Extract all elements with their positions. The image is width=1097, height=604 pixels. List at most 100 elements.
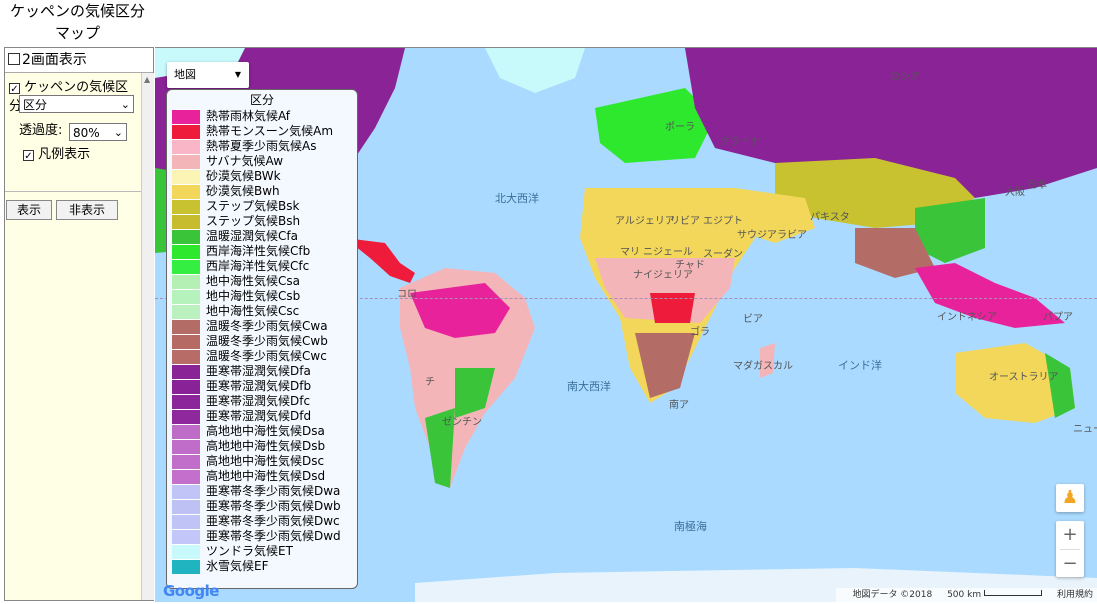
legend-swatch [172,244,200,259]
zoom-out-button[interactable]: − [1056,550,1084,578]
legend-swatch [172,484,200,499]
legend-item: 亜寒帯冬季少雨気候Dwa [167,484,357,499]
opacity-label: 透過度: [19,123,63,138]
legend-label: 熱帯夏季少雨気候As [206,139,317,153]
dual-screen-label: 2画面表示 [22,52,87,68]
legend-swatch [172,439,200,454]
legend-item: 地中海性気候Csc [167,304,357,319]
legend-swatch [172,274,200,289]
legend-item: 温暖冬季少雨気候Cwc [167,349,357,364]
legend-label: ツンドラ気候ET [206,544,293,558]
map-type-value: 地図 [174,68,196,81]
legend-label: 地中海性気候Csa [206,274,300,288]
label-libya: リビア [670,216,700,227]
map-type-select[interactable]: 地図 ▼ [167,62,249,88]
label-chile: チ [425,377,435,388]
legend-item: 熱帯モンスーン気候Am [167,124,357,139]
label-colombia: コロ [397,289,417,300]
label-north-atlantic: 北大西洋 [495,192,539,205]
legend-swatch [172,469,200,484]
legend-label: 高地地中海性気候Dsb [206,439,326,453]
dual-screen-checkbox[interactable] [8,53,20,65]
legend-toggle-label: 凡例表示 [38,147,91,162]
legend-item: 砂漠気候BWk [167,169,357,184]
legend-item: 高地地中海性気候Dsa [167,424,357,439]
layer-checkbox[interactable]: ✓ [9,83,20,95]
legend-label: ステップ気候Bsk [206,199,300,213]
label-nz: ニュー [1073,424,1097,435]
scale-label: 500 km [947,590,1043,600]
legend-item: 高地地中海性気候Dsc [167,454,357,469]
legend-label: 亜寒帯冬季少雨気候Dwd [206,529,341,543]
scale-text: 500 km [947,590,982,600]
app-title: ケッペンの気候区分 マップ [0,0,155,44]
label-australia: オーストラリア [989,372,1059,383]
legend-label: 西岸海洋性気候Cfc [206,259,310,273]
opacity-select[interactable]: 80% ⌄ [69,123,127,141]
legend-label: 高地地中海性気候Dsa [206,424,325,438]
app-title-line1: ケッペンの気候区分 [9,2,145,20]
label-russia: ロシア [890,72,920,83]
hide-button[interactable]: 非表示 [56,200,118,220]
legend-label: 亜寒帯冬季少雨気候Dwc [206,514,340,528]
scale-bar [984,590,1043,596]
legend-label: サバナ気候Aw [206,154,284,168]
legend-label: 亜寒帯冬季少雨気候Dwb [206,499,341,513]
legend-item: 亜寒帯湿潤気候Dfa [167,364,357,379]
legend-item: 氷雪気候EF [167,559,357,574]
control-panel: 2画面表示 ✓ ケッペンの気候区分 区分 ⌄ 透過度: 80% ⌄ ✓ 凡例表示… [4,47,154,601]
panel-scrollbar[interactable]: ▲ [141,73,154,600]
label-japan: 日本 [1027,180,1047,191]
legend-item: 西岸海洋性気候Cfb [167,244,357,259]
legend-swatch [172,364,200,379]
legend-swatch [172,424,200,439]
legend-swatch [172,454,200,469]
legend-label: 亜寒帯湿潤気候Dfa [206,364,311,378]
legend-swatch [172,154,200,169]
attribution-bar: 地図データ ©2018 500 km 利用規約 [836,588,1097,602]
label-osaka: 大阪 [1005,187,1025,198]
map-canvas[interactable]: 北大西洋 南大西洋 インド洋 南極海 ロシア アルジェリア リビア エジプト サ… [155,47,1097,602]
scroll-up-icon[interactable]: ▲ [144,75,150,84]
legend-swatch [172,304,200,319]
label-nigeria: ナイジェリア [633,270,693,281]
legend-toggle[interactable]: ✓ 凡例表示 [23,143,90,162]
legend-label: 温暖冬季少雨気候Cwc [206,349,327,363]
show-button[interactable]: 表示 [6,200,52,220]
classification-select[interactable]: 区分 ⌄ [19,95,134,113]
terms-link[interactable]: 利用規約 [1057,590,1093,600]
legend-label: 地中海性気候Csc [206,304,300,318]
legend-label: 亜寒帯冬季少雨気候Dwa [206,484,341,498]
legend-label: 熱帯モンスーン気候Am [206,124,334,138]
legend-swatch [172,169,200,184]
label-saudi: サウジアラビア [737,230,807,241]
legend-label: 砂漠気候BWk [206,169,281,183]
label-south-atlantic: 南大西洋 [567,380,611,393]
legend-swatch [172,529,200,544]
legend-item: 亜寒帯冬季少雨気候Dwd [167,529,357,544]
label-madagascar: マダガスカル [733,361,793,372]
pegman-icon[interactable]: ♟ [1056,484,1084,512]
legend-label: ステップ気候Bsh [206,214,301,228]
label-poland: ポーラ [665,122,695,133]
label-mali: マリ [620,247,640,258]
legend-swatch [172,559,200,574]
dual-screen-toggle[interactable]: 2画面表示 [5,48,153,73]
legend-checkbox[interactable]: ✓ [23,150,34,162]
legend-item: 亜寒帯湿潤気候Dfd [167,409,357,424]
label-indian-ocean: インド洋 [838,359,882,372]
legend-swatch [172,499,200,514]
legend-swatch [172,124,200,139]
legend-label: 亜寒帯湿潤気候Dfc [206,394,311,408]
zoom-in-button[interactable]: + [1056,521,1084,549]
legend-label: 西岸海洋性気候Cfb [206,244,311,258]
legend-swatch [172,349,200,364]
caret-down-icon: ▼ [234,70,241,79]
legend-label: 亜寒帯湿潤気候Dfb [206,379,312,393]
legend-item: ステップ気候Bsk [167,199,357,214]
legend-item: 熱帯雨林気候Af [167,109,357,124]
legend-label: 高地地中海性気候Dsc [206,454,325,468]
google-logo: Google [163,582,219,600]
legend-swatch [172,199,200,214]
legend-item: サバナ気候Aw [167,154,357,169]
